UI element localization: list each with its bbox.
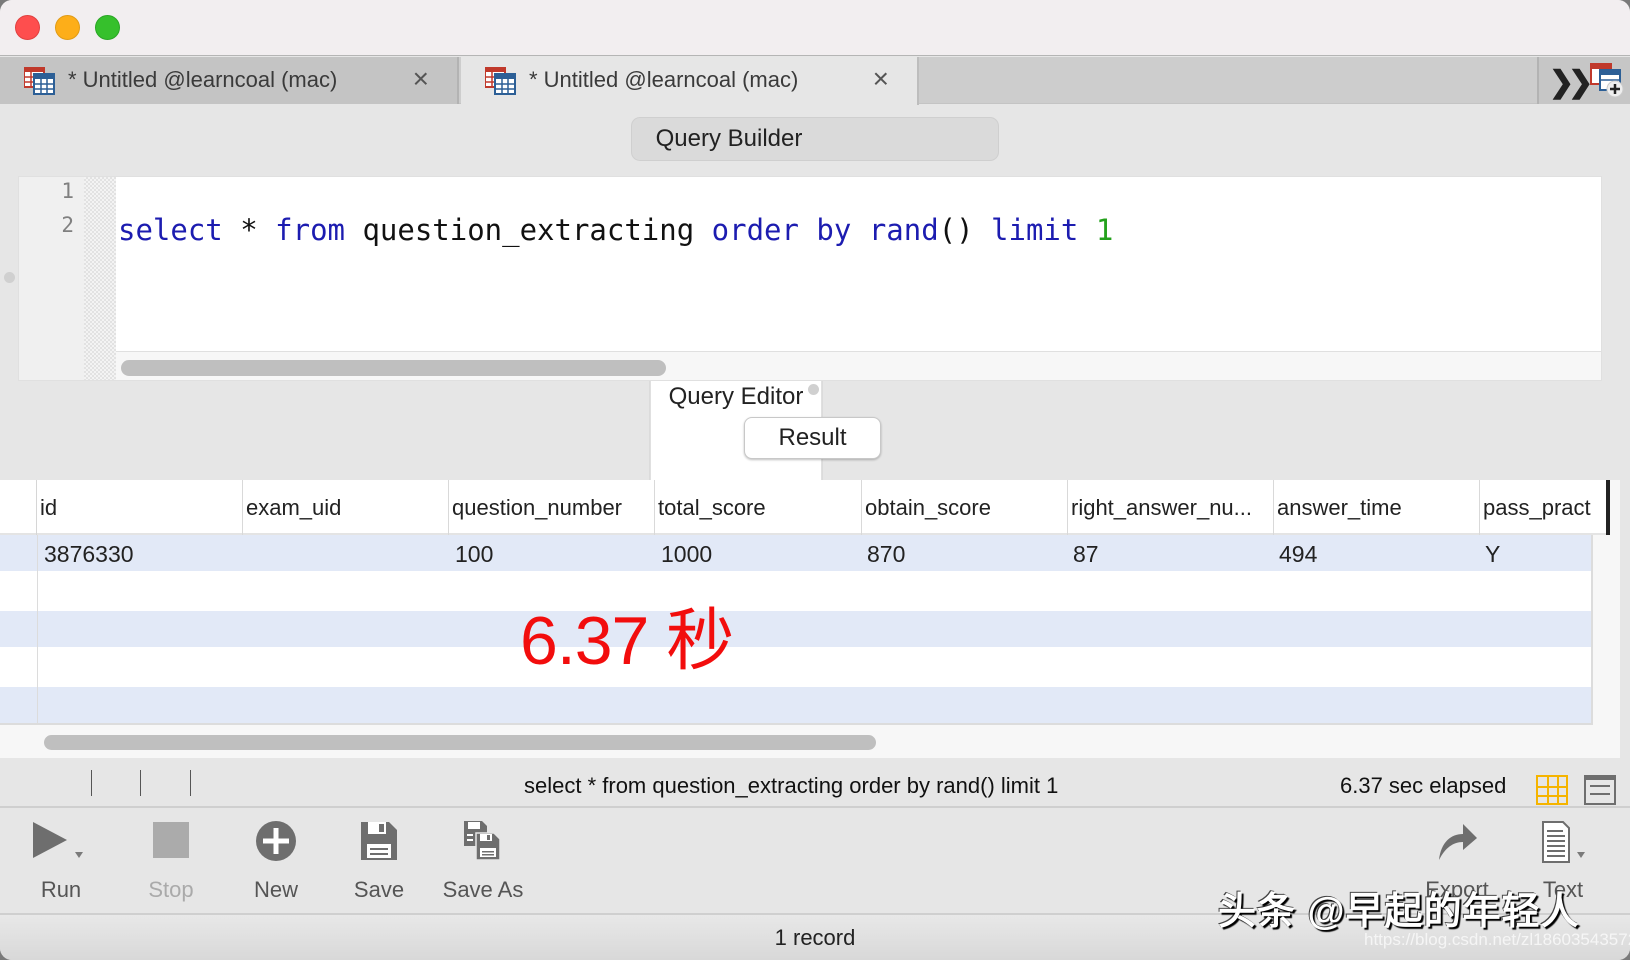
line-number: 1 (61, 179, 74, 203)
new-button[interactable]: New (226, 810, 326, 910)
column-header-obtain-score[interactable]: obtain_score (861, 480, 1066, 535)
grid-corner (0, 480, 37, 535)
stop-button[interactable]: Stop (121, 810, 221, 910)
save-as-label: Save As (442, 877, 524, 902)
zoom-window-button[interactable] (95, 15, 120, 40)
save-floppy-icon (361, 822, 397, 860)
save-label: Save (353, 877, 405, 902)
query-table-icon (485, 67, 516, 95)
mode-switch: Query Builder Query Editor (631, 117, 999, 499)
title-bar (0, 0, 1630, 56)
status-divider (91, 770, 92, 796)
column-header-total-score[interactable]: total_score (654, 480, 859, 535)
tab-bar-actions: ❯❯ (1537, 57, 1630, 104)
sql-token-number: 1 (1095, 213, 1114, 247)
result-grid: id exam_uid question_number total_score … (0, 480, 1620, 758)
column-header-question-number[interactable]: question_number (448, 480, 653, 535)
cell-answer-time[interactable]: 494 (1279, 541, 1317, 568)
new-label: New (253, 877, 298, 902)
row-header-divider (37, 535, 38, 725)
grid-body: 3876330 100 1000 870 87 494 Y (0, 535, 1593, 725)
stop-label: Stop (148, 877, 194, 902)
cell-pass-practice[interactable]: Y (1485, 541, 1500, 568)
sql-token-plain (1078, 213, 1095, 247)
elapsed-time-text: 6.37 sec elapsed (1340, 773, 1507, 798)
run-label: Run (40, 877, 82, 902)
column-header-id[interactable]: id (37, 480, 236, 535)
editor-horizontal-scrollbar[interactable] (121, 360, 666, 376)
column-header-right-answer-number[interactable]: right_answer_nu... (1067, 480, 1272, 535)
sql-token-keyword: select (118, 213, 223, 247)
executed-sql-text: select * from question_extracting order … (524, 773, 1059, 798)
close-window-button[interactable] (15, 15, 40, 40)
app-window: * Untitled @learncoal (mac) × * Untitled… (0, 0, 1630, 960)
text-document-icon (1542, 821, 1585, 863)
minimize-window-button[interactable] (55, 15, 80, 40)
empty-row (0, 647, 1591, 683)
empty-row (0, 571, 1591, 607)
empty-row (0, 611, 1591, 647)
line-number: 2 (61, 213, 74, 237)
query-table-icon (24, 67, 55, 95)
result-tab-button[interactable]: Result (744, 417, 881, 459)
elapsed-time-annotation: 6.37 秒 (520, 603, 734, 679)
sql-token-keyword: rand (868, 213, 939, 247)
plus-circle-icon (256, 821, 296, 861)
splitter-handle[interactable] (808, 384, 819, 395)
grid-horizontal-scrollbar[interactable] (44, 735, 876, 750)
code-area[interactable]: select * from question_extracting order … (116, 177, 1602, 352)
cell-total-score[interactable]: 1000 (661, 541, 712, 568)
grid-header: id exam_uid question_number total_score … (0, 480, 1610, 535)
play-icon (33, 822, 83, 858)
save-button[interactable]: Save (329, 810, 429, 910)
close-tab-icon[interactable]: × (413, 63, 429, 95)
grid-view-icon[interactable] (1536, 775, 1568, 805)
sql-token-plain (851, 213, 868, 247)
column-header-pass-practice[interactable]: pass_pract (1479, 480, 1599, 535)
run-button[interactable]: Run (11, 810, 111, 910)
query-builder-tab[interactable]: Query Builder (634, 120, 824, 158)
close-tab-icon[interactable]: × (873, 63, 889, 95)
export-arrow-icon (1439, 824, 1477, 860)
empty-row (0, 687, 1591, 723)
cell-question-number[interactable]: 100 (455, 541, 493, 568)
form-view-icon[interactable] (1584, 775, 1616, 805)
stop-icon (153, 822, 189, 858)
sql-editor[interactable]: 1 2 select * from question_extracting or… (18, 176, 1602, 381)
panel-resize-handle[interactable] (4, 272, 15, 283)
tab-bar: * Untitled @learncoal (mac) × * Untitled… (0, 57, 1630, 105)
line-number-gutter: 1 2 (19, 177, 84, 380)
watermark-text: 头条 @早起的年轻人 (1218, 891, 1580, 933)
sql-token-keyword: from (275, 213, 345, 247)
cell-id[interactable]: 3876330 (44, 541, 134, 568)
code-line: select * from question_extracting order … (118, 213, 1113, 247)
tab-label: * Untitled @learncoal (mac) (529, 67, 799, 92)
sql-token-keyword: limit (991, 213, 1079, 247)
column-resize-edge[interactable] (1606, 480, 1610, 535)
cell-obtain-score[interactable]: 870 (867, 541, 905, 568)
column-header-answer-time[interactable]: answer_time (1273, 480, 1478, 535)
status-divider (140, 770, 141, 796)
chevron-double-right-icon[interactable]: ❯❯ (1549, 65, 1593, 100)
column-header-exam-uid[interactable]: exam_uid (242, 480, 447, 535)
tab-query-1[interactable]: * Untitled @learncoal (mac) × (0, 57, 459, 104)
sql-token-plain: * (222, 213, 276, 247)
query-status-bar: select * from question_extracting order … (0, 762, 1630, 808)
table-row[interactable]: 3876330 100 1000 870 87 494 Y (0, 535, 1591, 571)
save-as-button[interactable]: Save As (433, 810, 533, 910)
watermark-url: https://blog.csdn.net/zl18603543572 (1364, 930, 1630, 949)
tab-label: * Untitled @learncoal (mac) (68, 67, 338, 92)
sql-token-plain: () (938, 213, 992, 247)
new-query-tab-icon[interactable] (1589, 63, 1625, 99)
fold-gutter (84, 177, 116, 380)
tab-query-2[interactable]: * Untitled @learncoal (mac) × (461, 57, 919, 105)
sql-token-keyword: order by (711, 213, 852, 247)
status-divider (190, 770, 191, 796)
sql-token-plain: question_extracting (345, 213, 712, 247)
cell-right-answer-number[interactable]: 87 (1073, 541, 1099, 568)
save-as-icon (464, 821, 501, 861)
